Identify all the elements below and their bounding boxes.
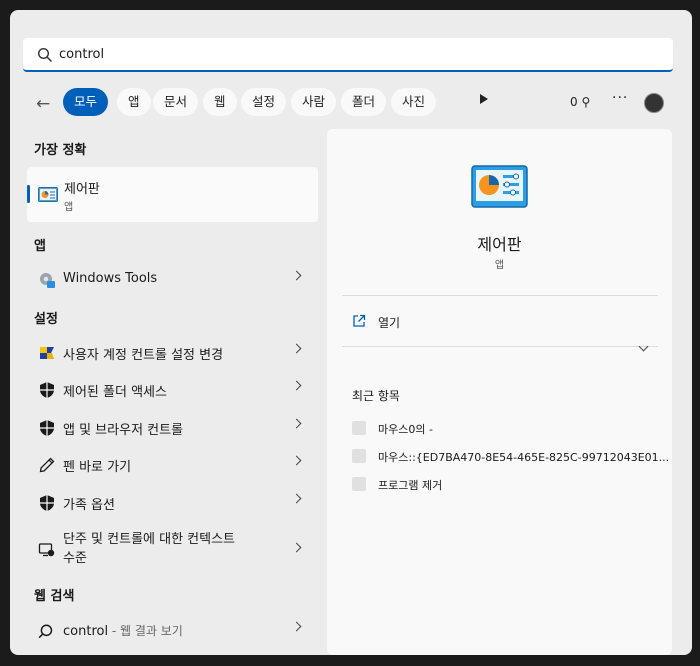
app-item-windows-tools[interactable]: Windows Tools xyxy=(27,262,318,298)
selection-indicator xyxy=(27,185,30,203)
shield-icon xyxy=(40,420,54,436)
chevron-right-icon[interactable] xyxy=(291,493,302,504)
more-options-icon[interactable]: ··· xyxy=(612,90,628,106)
settings-item-label: 사용자 계정 컨트롤 설정 변경 xyxy=(63,348,224,363)
divider xyxy=(342,346,658,347)
rewards-points-value: 0 xyxy=(570,95,578,109)
chevron-right-icon[interactable] xyxy=(291,418,302,429)
chip-all[interactable]: 모두 xyxy=(63,88,109,116)
settings-item-context-level[interactable]: 단주 및 컨트롤에 대한 컨텍스트수준 xyxy=(27,530,318,570)
section-settings: 설정 xyxy=(34,312,58,327)
rewards-points[interactable]: 0 ⚲ xyxy=(570,95,590,109)
chip-documents[interactable]: 문서 xyxy=(153,88,199,116)
start-search-panel: control ← 모두 앱 문서 웹 설정 사람 폴더 사진 0 ⚲ ··· … xyxy=(10,10,692,655)
section-best-match: 가장 정확 xyxy=(34,143,87,158)
pen-icon xyxy=(39,457,55,473)
avatar[interactable] xyxy=(644,93,664,113)
recent-item-label: 마우스0의 - xyxy=(378,423,433,436)
chevron-down-icon[interactable] xyxy=(638,341,649,352)
chip-apps[interactable]: 앱 xyxy=(117,88,151,116)
back-arrow-icon[interactable]: ← xyxy=(36,94,50,114)
settings-item-label: 제어된 폴더 액세스 xyxy=(63,385,167,400)
chevron-right-icon[interactable] xyxy=(291,343,302,354)
settings-item-app-browser-control[interactable]: 앱 및 브라우저 컨트롤 xyxy=(27,410,318,446)
settings-item-label-line2: 수준 xyxy=(63,551,87,566)
chip-web[interactable]: 웹 xyxy=(203,88,237,116)
settings-item-label-line1: 단주 및 컨트롤에 대한 컨텍스트 xyxy=(63,532,236,547)
recent-items-header: 최근 항목 xyxy=(352,389,400,403)
settings-item-label: 앱 및 브라우저 컨트롤 xyxy=(63,423,184,438)
chip-people[interactable]: 사람 xyxy=(291,88,337,116)
web-search-suffix: - 웹 결과 보기 xyxy=(108,624,183,638)
search-input[interactable]: control xyxy=(59,47,104,62)
display-settings-icon xyxy=(38,543,55,557)
chevron-right-icon[interactable] xyxy=(291,380,302,391)
web-search-item[interactable]: control - 웹 결과 보기 xyxy=(27,613,318,649)
chevron-right-icon[interactable] xyxy=(291,270,302,281)
settings-item-folder-access[interactable]: 제어된 폴더 액세스 xyxy=(27,372,318,408)
section-apps: 앱 xyxy=(34,239,46,254)
recent-item-label: 프로그램 제거 xyxy=(378,479,443,492)
file-icon xyxy=(352,477,366,491)
best-match-title: 제어판 xyxy=(64,182,100,197)
settings-item-label: 가족 옵션 xyxy=(63,498,115,513)
detail-pane: 제어판 앱 열기 최근 항목 마우스0의 - 마우스::{ED7BA470-8E… xyxy=(327,129,672,655)
control-panel-icon xyxy=(471,165,528,208)
settings-item-label: 단주 및 컨트롤에 대한 컨텍스트수준 xyxy=(63,530,235,568)
web-search-label: control - 웹 결과 보기 xyxy=(63,622,183,639)
search-box[interactable]: control xyxy=(23,38,673,72)
settings-item-label: 펜 바로 가기 xyxy=(63,460,132,475)
divider xyxy=(342,295,658,296)
settings-item-uac[interactable]: 사용자 계정 컨트롤 설정 변경 xyxy=(27,335,318,371)
uac-flag-icon xyxy=(40,347,54,359)
search-icon xyxy=(37,47,53,63)
open-external-icon xyxy=(353,314,366,327)
chevron-right-icon[interactable] xyxy=(291,455,302,466)
app-item-label: Windows Tools xyxy=(63,271,158,286)
chevron-right-icon[interactable] xyxy=(291,621,302,632)
detail-title: 제어판 xyxy=(477,235,522,254)
section-web-search: 웹 검색 xyxy=(34,589,75,604)
open-action-label: 열기 xyxy=(378,316,401,330)
detail-subtitle: 앱 xyxy=(494,260,505,271)
filter-bar: ← 모두 앱 문서 웹 설정 사람 폴더 사진 0 ⚲ ··· xyxy=(10,88,692,118)
best-match-item[interactable]: 제어판 앱 xyxy=(27,167,318,222)
settings-item-pen-shortcut[interactable]: 펜 바로 가기 xyxy=(27,447,318,483)
best-match-subtitle: 앱 xyxy=(64,202,74,213)
web-search-query: control xyxy=(63,624,109,639)
file-icon xyxy=(352,421,366,435)
file-icon xyxy=(352,449,366,463)
more-filters-play-icon[interactable] xyxy=(480,94,488,104)
chip-folders[interactable]: 폴더 xyxy=(341,88,387,116)
chip-settings[interactable]: 설정 xyxy=(241,88,287,116)
control-panel-icon xyxy=(38,187,58,202)
shield-icon xyxy=(40,382,54,398)
trophy-icon: ⚲ xyxy=(581,95,591,109)
search-icon xyxy=(38,624,53,639)
recent-item-label: 마우스::{ED7BA470-8E54-465E-825C-99712043E0… xyxy=(378,451,670,464)
chevron-right-icon[interactable] xyxy=(291,542,302,553)
chip-photos[interactable]: 사진 xyxy=(391,88,437,116)
settings-item-family-options[interactable]: 가족 옵션 xyxy=(27,485,318,521)
windows-tools-icon xyxy=(40,273,55,288)
shield-icon xyxy=(40,495,54,511)
